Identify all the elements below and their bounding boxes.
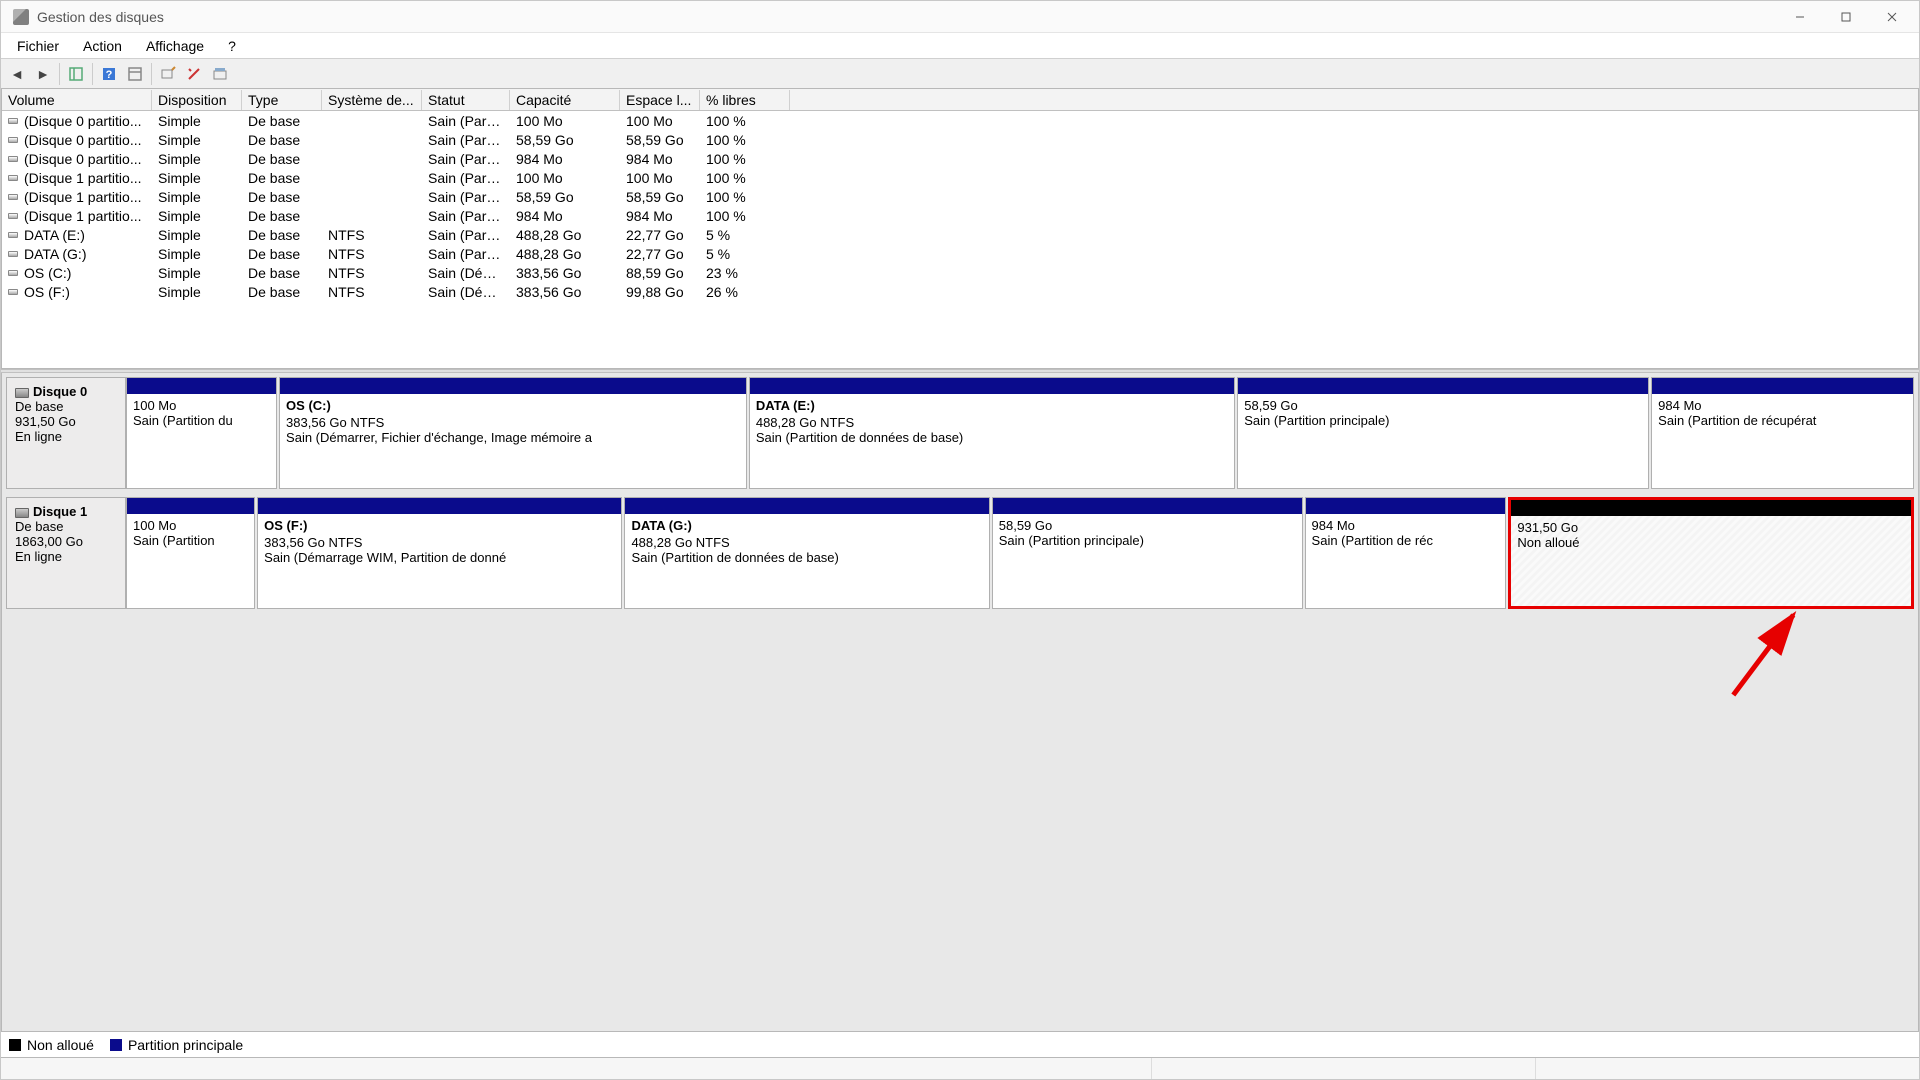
table-row[interactable]: (Disque 1 partitio...SimpleDe baseSain (… bbox=[2, 168, 1918, 187]
disk-icon bbox=[15, 508, 29, 518]
partition-body: OS (F:)383,56 Go NTFSSain (Démarrage WIM… bbox=[258, 514, 621, 608]
statusbar bbox=[1, 1057, 1919, 1079]
partition-body: 58,59 GoSain (Partition principale) bbox=[1238, 394, 1648, 488]
legend-unallocated-swatch bbox=[9, 1039, 21, 1051]
disk-graphical-pane[interactable]: Disque 0De base931,50 GoEn ligne100 MoSa… bbox=[1, 373, 1919, 1031]
partition[interactable]: DATA (E:)488,28 Go NTFSSain (Partition d… bbox=[749, 377, 1235, 489]
help-icon[interactable]: ? bbox=[97, 62, 121, 86]
divider bbox=[92, 63, 93, 85]
partition-body: DATA (E:)488,28 Go NTFSSain (Partition d… bbox=[750, 394, 1234, 488]
partition-stripe bbox=[993, 498, 1302, 514]
table-row[interactable]: (Disque 0 partitio...SimpleDe baseSain (… bbox=[2, 130, 1918, 149]
partition-body: 58,59 GoSain (Partition principale) bbox=[993, 514, 1302, 608]
table-row[interactable]: DATA (G:)SimpleDe baseNTFSSain (Parti...… bbox=[2, 244, 1918, 263]
minimize-button[interactable] bbox=[1777, 2, 1823, 32]
partition-stripe bbox=[750, 378, 1234, 394]
volume-body[interactable]: (Disque 0 partitio...SimpleDe baseSain (… bbox=[2, 111, 1918, 368]
header-pctfree[interactable]: % libres bbox=[700, 90, 790, 110]
view-icon[interactable] bbox=[208, 62, 232, 86]
forward-icon[interactable]: ► bbox=[31, 62, 55, 86]
table-row[interactable]: (Disque 1 partitio...SimpleDe baseSain (… bbox=[2, 206, 1918, 225]
partition[interactable]: OS (C:)383,56 Go NTFSSain (Démarrer, Fic… bbox=[279, 377, 747, 489]
partition[interactable]: 58,59 GoSain (Partition principale) bbox=[992, 497, 1303, 609]
partition-stripe bbox=[1238, 378, 1648, 394]
properties-icon[interactable] bbox=[156, 62, 180, 86]
partition-container: 100 MoSain (PartitionOS (F:)383,56 Go NT… bbox=[126, 497, 1914, 609]
close-button[interactable] bbox=[1869, 2, 1915, 32]
partition-stripe bbox=[280, 378, 746, 394]
menu-action[interactable]: Action bbox=[71, 34, 134, 58]
header-capacity[interactable]: Capacité bbox=[510, 90, 620, 110]
partition[interactable]: 58,59 GoSain (Partition principale) bbox=[1237, 377, 1649, 489]
header-layout[interactable]: Disposition bbox=[152, 90, 242, 110]
legend-unallocated: Non alloué bbox=[9, 1037, 94, 1053]
partition-stripe bbox=[1511, 500, 1911, 516]
partition-container: 100 MoSain (Partition duOS (C:)383,56 Go… bbox=[126, 377, 1914, 489]
partition-body: OS (C:)383,56 Go NTFSSain (Démarrer, Fic… bbox=[280, 394, 746, 488]
divider bbox=[151, 63, 152, 85]
header-status[interactable]: Statut bbox=[422, 90, 510, 110]
partition-stripe bbox=[625, 498, 988, 514]
legend: Non alloué Partition principale bbox=[1, 1031, 1919, 1057]
maximize-button[interactable] bbox=[1823, 2, 1869, 32]
titlebar: Gestion des disques bbox=[1, 1, 1919, 33]
header-free[interactable]: Espace l... bbox=[620, 90, 700, 110]
legend-primary: Partition principale bbox=[110, 1037, 243, 1053]
partition[interactable]: 984 MoSain (Partition de réc bbox=[1305, 497, 1507, 609]
partition-body: 100 MoSain (Partition bbox=[127, 514, 254, 608]
partition-body: 984 MoSain (Partition de récupérat bbox=[1652, 394, 1913, 488]
disk-row: Disque 0De base931,50 GoEn ligne100 MoSa… bbox=[6, 377, 1914, 489]
partition-body: DATA (G:)488,28 Go NTFSSain (Partition d… bbox=[625, 514, 988, 608]
volume-list-pane: Volume Disposition Type Système de... St… bbox=[1, 89, 1919, 369]
partition-unallocated[interactable]: 931,50 GoNon alloué bbox=[1508, 497, 1914, 609]
partition[interactable]: 100 MoSain (Partition bbox=[126, 497, 255, 609]
show-hide-icon[interactable] bbox=[64, 62, 88, 86]
partition[interactable]: 984 MoSain (Partition de récupérat bbox=[1651, 377, 1914, 489]
partition-stripe bbox=[258, 498, 621, 514]
partition-stripe bbox=[1306, 498, 1506, 514]
table-row[interactable]: OS (F:)SimpleDe baseNTFSSain (Dém...383,… bbox=[2, 282, 1918, 301]
partition-stripe bbox=[127, 378, 276, 394]
header-volume[interactable]: Volume bbox=[2, 90, 152, 110]
table-row[interactable]: (Disque 0 partitio...SimpleDe baseSain (… bbox=[2, 149, 1918, 168]
table-row[interactable]: (Disque 1 partitio...SimpleDe baseSain (… bbox=[2, 187, 1918, 206]
table-row[interactable]: OS (C:)SimpleDe baseNTFSSain (Dém...383,… bbox=[2, 263, 1918, 282]
volume-header-row: Volume Disposition Type Système de... St… bbox=[2, 89, 1918, 111]
menu-file[interactable]: Fichier bbox=[5, 34, 71, 58]
partition-body: 984 MoSain (Partition de réc bbox=[1306, 514, 1506, 608]
refresh-icon[interactable] bbox=[123, 62, 147, 86]
legend-primary-swatch bbox=[110, 1039, 122, 1051]
menu-view[interactable]: Affichage bbox=[134, 34, 216, 58]
toolbar: ◄ ► ? bbox=[1, 59, 1919, 89]
back-icon[interactable]: ◄ bbox=[5, 62, 29, 86]
partition-body: 100 MoSain (Partition du bbox=[127, 394, 276, 488]
disk-row: Disque 1De base1863,00 GoEn ligne100 MoS… bbox=[6, 497, 1914, 609]
partition-body: 931,50 GoNon alloué bbox=[1511, 516, 1911, 606]
table-row[interactable]: (Disque 0 partitio...SimpleDe baseSain (… bbox=[2, 111, 1918, 130]
content-panes: Volume Disposition Type Système de... St… bbox=[1, 89, 1919, 1057]
disk-management-window: Gestion des disques Fichier Action Affic… bbox=[0, 0, 1920, 1080]
settings-icon[interactable] bbox=[182, 62, 206, 86]
header-fs[interactable]: Système de... bbox=[322, 90, 422, 110]
partition-stripe bbox=[127, 498, 254, 514]
partition-stripe bbox=[1652, 378, 1913, 394]
disk-info[interactable]: Disque 1De base1863,00 GoEn ligne bbox=[6, 497, 126, 609]
partition[interactable]: DATA (G:)488,28 Go NTFSSain (Partition d… bbox=[624, 497, 989, 609]
header-type[interactable]: Type bbox=[242, 90, 322, 110]
legend-primary-label: Partition principale bbox=[128, 1037, 243, 1053]
window-title: Gestion des disques bbox=[37, 9, 164, 25]
divider bbox=[59, 63, 60, 85]
partition[interactable]: OS (F:)383,56 Go NTFSSain (Démarrage WIM… bbox=[257, 497, 622, 609]
menubar: Fichier Action Affichage ? bbox=[1, 33, 1919, 59]
legend-unallocated-label: Non alloué bbox=[27, 1037, 94, 1053]
svg-text:?: ? bbox=[106, 69, 113, 81]
disk-info[interactable]: Disque 0De base931,50 GoEn ligne bbox=[6, 377, 126, 489]
disk-icon bbox=[15, 388, 29, 398]
table-row[interactable]: DATA (E:)SimpleDe baseNTFSSain (Parti...… bbox=[2, 225, 1918, 244]
app-icon bbox=[13, 9, 29, 25]
partition[interactable]: 100 MoSain (Partition du bbox=[126, 377, 277, 489]
menu-help[interactable]: ? bbox=[216, 34, 248, 58]
